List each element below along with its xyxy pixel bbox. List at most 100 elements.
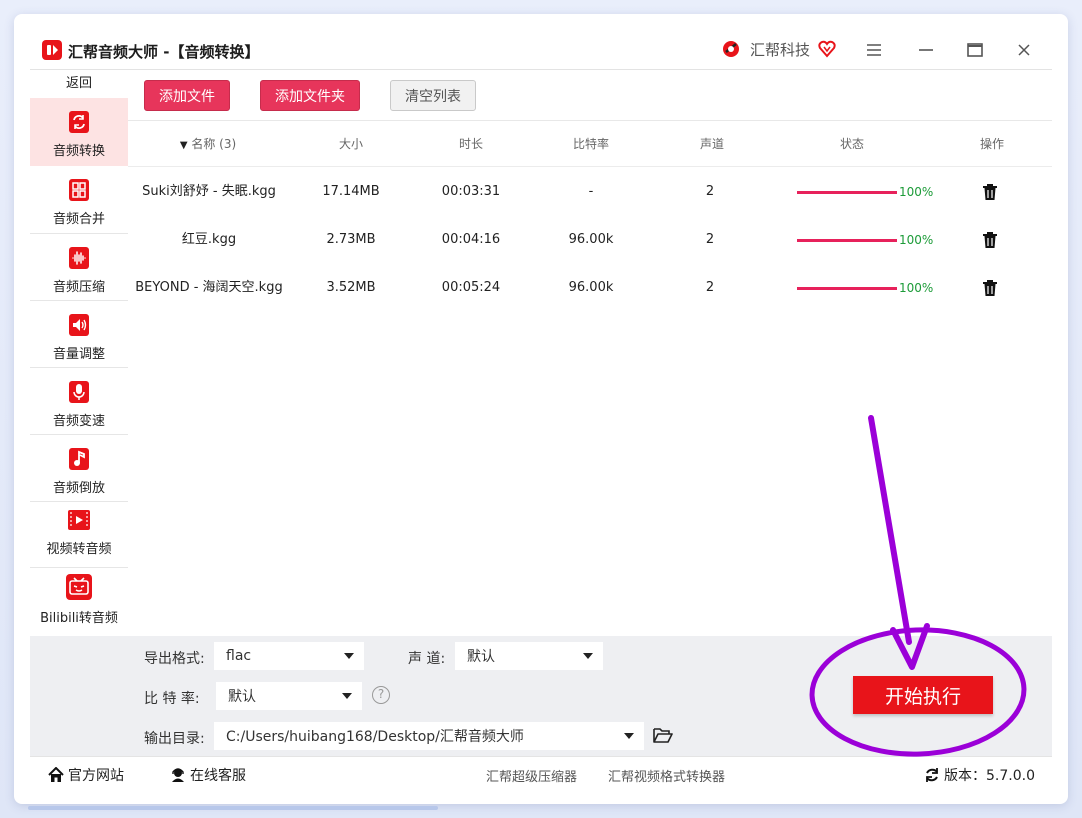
footer: 官方网站 在线客服 汇帮超级压缩器 汇帮视频格式转换器 版本：5.7.0.0: [30, 756, 1052, 792]
column-size: 大小: [338, 137, 363, 151]
toolbar: 添加文件 添加文件夹 清空列表: [128, 70, 1052, 120]
chevron-down-icon: [344, 653, 354, 659]
progress-text: 100%: [899, 233, 934, 247]
file-channels: 2: [705, 280, 715, 295]
add-file-button[interactable]: 添加文件: [144, 80, 230, 111]
super-compressor-link[interactable]: 汇帮超级压缩器: [486, 757, 577, 793]
delete-icon[interactable]: [980, 182, 1000, 202]
progress-bar: 100%: [797, 216, 933, 264]
column-actions: 操作: [979, 137, 1004, 151]
video-converter-link[interactable]: 汇帮视频格式转换器: [608, 757, 725, 793]
start-button[interactable]: 开始执行: [853, 676, 993, 714]
folder-open-icon[interactable]: [653, 726, 673, 744]
channel-select[interactable]: 默认: [455, 642, 603, 670]
minimize-icon[interactable]: [914, 38, 938, 62]
back-button[interactable]: 返回: [30, 70, 128, 98]
column-channels: 声道: [699, 137, 724, 151]
column-name[interactable]: ▼ 名称 (3): [148, 121, 268, 167]
sidebar-item-label: 音量调整: [52, 347, 105, 362]
version-label: 版本：5.7.0.0: [944, 768, 1035, 784]
chevron-down-icon: [624, 733, 634, 739]
sidebar-item-bilibili-to-audio[interactable]: Bilibili转音频: [30, 568, 128, 636]
sidebar-item-audio-reverse[interactable]: 音频倒放: [30, 435, 128, 502]
file-bitrate: -: [588, 184, 594, 199]
output-path-select[interactable]: C:/Users/huibang168/Desktop/汇帮音频大师: [214, 722, 644, 750]
delete-icon[interactable]: [980, 278, 1000, 298]
customer-service-icon: [172, 768, 184, 782]
bilibili-to-audio-icon: [66, 574, 92, 600]
progress-fill: [797, 286, 897, 290]
sidebar-item-label: 音频合并: [52, 212, 105, 227]
table-row[interactable]: 红豆.kgg 2.73MB 00:04:16 96.00k 2 100%: [128, 216, 1052, 264]
clear-list-button[interactable]: 清空列表: [390, 80, 476, 111]
online-service-link[interactable]: 在线客服: [170, 757, 246, 793]
sidebar-item-audio-compress[interactable]: 音频压缩: [30, 234, 128, 301]
bitrate-select[interactable]: 默认: [216, 682, 362, 710]
file-duration: 00:04:16: [441, 232, 501, 247]
sidebar-item-label: 视频转音频: [46, 542, 112, 557]
maximize-icon[interactable]: [963, 38, 987, 62]
brand-logo-icon: [723, 41, 739, 57]
bitrate-value: 默认: [228, 689, 256, 705]
close-icon[interactable]: [1012, 38, 1036, 62]
file-duration: 00:03:31: [441, 184, 501, 199]
sidebar-item-volume-adjust[interactable]: 音量调整: [30, 301, 128, 368]
progress-text: 100%: [899, 281, 934, 295]
output-path-value: C:/Users/huibang168/Desktop/汇帮音频大师: [226, 729, 524, 745]
progress-bar: 100%: [797, 264, 933, 312]
file-name: 红豆.kgg: [181, 232, 237, 247]
delete-icon[interactable]: [980, 230, 1000, 250]
format-select[interactable]: flac: [214, 642, 364, 670]
table-row[interactable]: BEYOND - 海阔天空.kgg 3.52MB 00:05:24 96.00k…: [128, 264, 1052, 312]
brand-name: 汇帮科技: [750, 40, 811, 59]
title-bar: 汇帮音频大师 -【音频转换】 汇帮科技: [14, 14, 1068, 70]
progress-fill: [797, 238, 897, 242]
column-bitrate: 比特率: [572, 137, 609, 151]
file-channels: 2: [705, 232, 715, 247]
progress-fill: [797, 190, 897, 194]
sidebar: 返回 音频转换 音频合并 音频压缩 音量调整 音频变速 音频倒放 视频转音频 B…: [30, 70, 128, 636]
file-table-header: ▼ 名称 (3) 大小 时长 比特率 声道 状态 操作: [128, 121, 1052, 167]
audio-reverse-icon: [69, 448, 89, 470]
chevron-down-icon: [583, 653, 593, 659]
help-icon[interactable]: ?: [372, 686, 390, 704]
refresh-icon: [926, 768, 938, 782]
sidebar-item-audio-speed[interactable]: 音频变速: [30, 368, 128, 435]
progress-bar: 100%: [797, 168, 933, 216]
sidebar-item-label: 音频倒放: [52, 481, 105, 496]
version-info[interactable]: 版本：5.7.0.0: [924, 757, 1035, 793]
audio-compress-icon: [69, 247, 89, 269]
audio-speed-icon: [69, 381, 89, 403]
file-size: 17.14MB: [322, 184, 380, 199]
brand: 汇帮科技: [720, 37, 836, 61]
home-icon: [48, 767, 64, 782]
format-value: flac: [226, 648, 252, 664]
window-title: 汇帮音频大师 -【音频转换】: [68, 43, 260, 61]
sidebar-item-label: 音频压缩: [52, 280, 105, 295]
menu-icon[interactable]: [862, 38, 886, 62]
format-label: 导出格式:: [144, 651, 205, 667]
output-label: 输出目录:: [144, 731, 205, 747]
table-row[interactable]: Suki刘舒妤 - 失眠.kgg 17.14MB 00:03:31 - 2 10…: [128, 168, 1052, 216]
channel-value: 默认: [467, 649, 495, 665]
official-website-label: 官方网站: [68, 768, 124, 784]
vip-heart-icon[interactable]: [818, 40, 836, 58]
progress-text: 100%: [899, 185, 934, 199]
file-name: Suki刘舒妤 - 失眠.kgg: [142, 184, 276, 199]
sidebar-item-label: 音频变速: [52, 414, 105, 429]
file-size: 3.52MB: [326, 280, 376, 295]
sidebar-item-audio-convert[interactable]: 音频转换: [30, 98, 128, 166]
file-name: BEYOND - 海阔天空.kgg: [135, 280, 283, 295]
bitrate-label: 比 特 率:: [144, 691, 200, 707]
official-website-link[interactable]: 官方网站: [48, 757, 124, 793]
add-folder-button[interactable]: 添加文件夹: [260, 80, 360, 111]
sidebar-footer-area: [30, 636, 128, 756]
file-duration: 00:05:24: [441, 280, 501, 295]
channel-label: 声 道:: [408, 651, 446, 667]
column-name-label: 名称 (3): [191, 137, 237, 151]
volume-adjust-icon: [69, 314, 89, 336]
online-service-label: 在线客服: [190, 768, 246, 784]
column-duration: 时长: [458, 137, 483, 151]
sidebar-item-video-to-audio[interactable]: 视频转音频: [30, 502, 128, 568]
sidebar-item-audio-merge[interactable]: 音频合并: [30, 166, 128, 233]
